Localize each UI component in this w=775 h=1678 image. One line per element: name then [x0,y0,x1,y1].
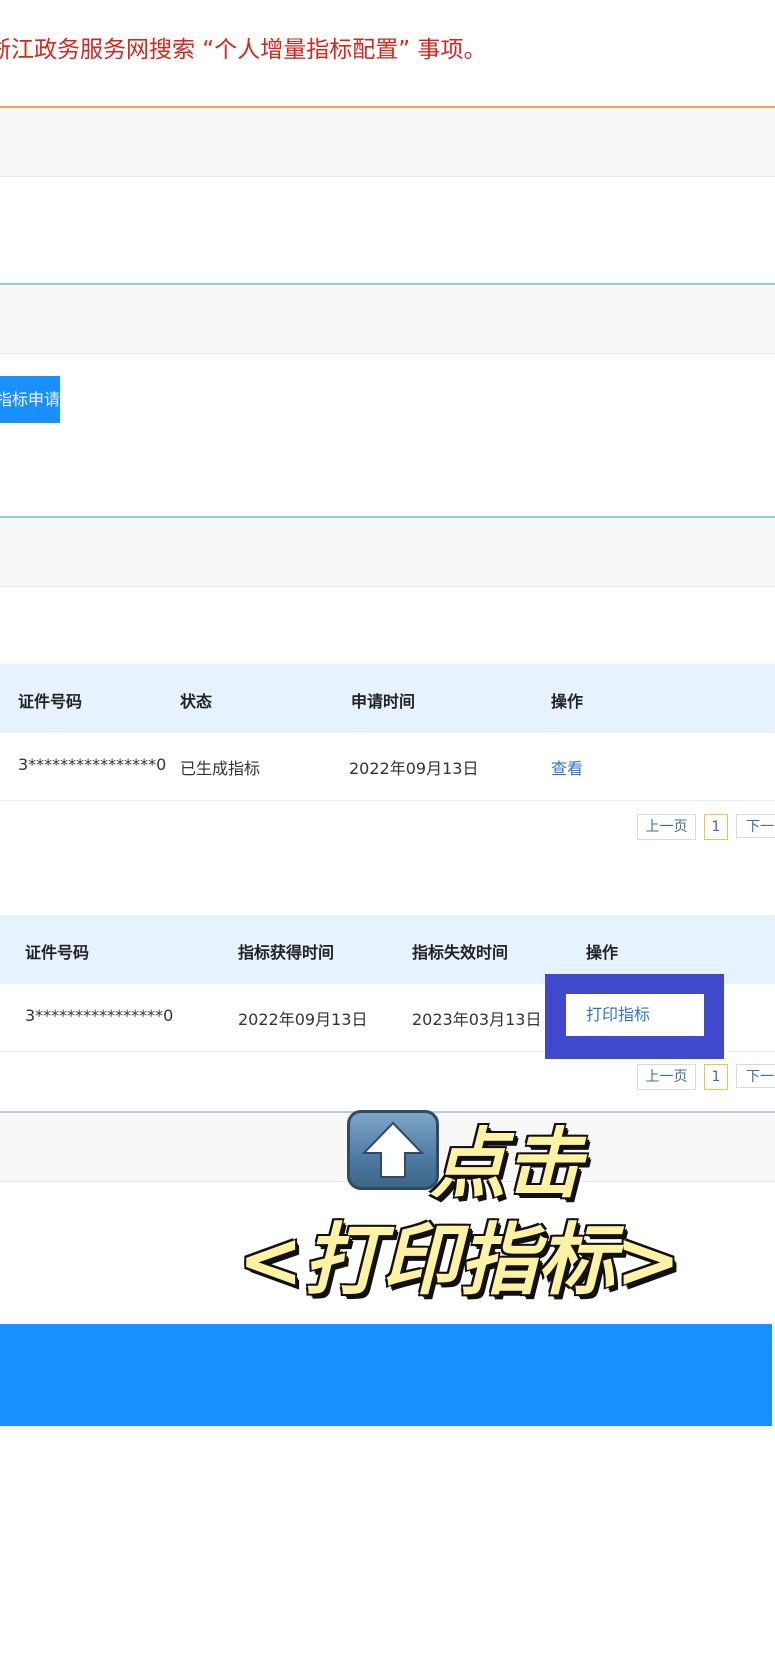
col-id-number: 证件号码 [25,943,90,962]
section-header-3 [0,518,775,587]
pagination-current-2[interactable]: 1 [704,1064,728,1090]
table-row: 3****************0 已生成指标 2022年09月13日 查看 [0,733,775,801]
apply-time-cell: 2022年09月13日 [349,759,479,778]
col-action: 操作 [551,692,584,711]
pagination-prev-2[interactable]: 上一页 [637,1064,696,1090]
status-cell: 已生成指标 [180,759,261,778]
bottom-banner [0,1324,772,1426]
col-action: 操作 [586,943,619,962]
col-apply-time: 申请时间 [351,692,416,711]
section-header-2 [0,285,775,354]
pagination-next-1[interactable]: 下一页 [736,814,775,838]
up-arrow-icon [347,1110,439,1190]
quota-apply-button[interactable]: 指标申请 [0,376,60,423]
id-number-cell: 3****************0 [25,1006,174,1025]
section-header-1 [0,108,775,177]
col-id-number: 证件号码 [18,692,83,711]
col-status: 状态 [180,692,213,711]
pagination-prev-1[interactable]: 上一页 [637,814,696,840]
col-obtained-time: 指标获得时间 [238,943,335,962]
pagination-next-2[interactable]: 下一页 [736,1064,775,1088]
callout-click-text: 点击 [430,1119,582,1208]
search-notice: 浙江政务服务网搜索 “个人增量指标配置” 事项。 [0,37,487,63]
expire-time-cell: 2023年03月13日 [412,1010,542,1029]
id-number-cell: 3****************0 [18,755,167,774]
print-quota-button[interactable]: 打印指标 [566,994,704,1036]
pagination-current-1[interactable]: 1 [704,814,728,840]
col-expire-time: 指标失效时间 [412,943,509,962]
callout-print-text: <打印指标> [238,1216,681,1306]
obtained-time-cell: 2022年09月13日 [238,1010,368,1029]
view-link[interactable]: 查看 [551,755,583,779]
application-table-header: 证件号码 状态 申请时间 操作 [0,664,775,733]
